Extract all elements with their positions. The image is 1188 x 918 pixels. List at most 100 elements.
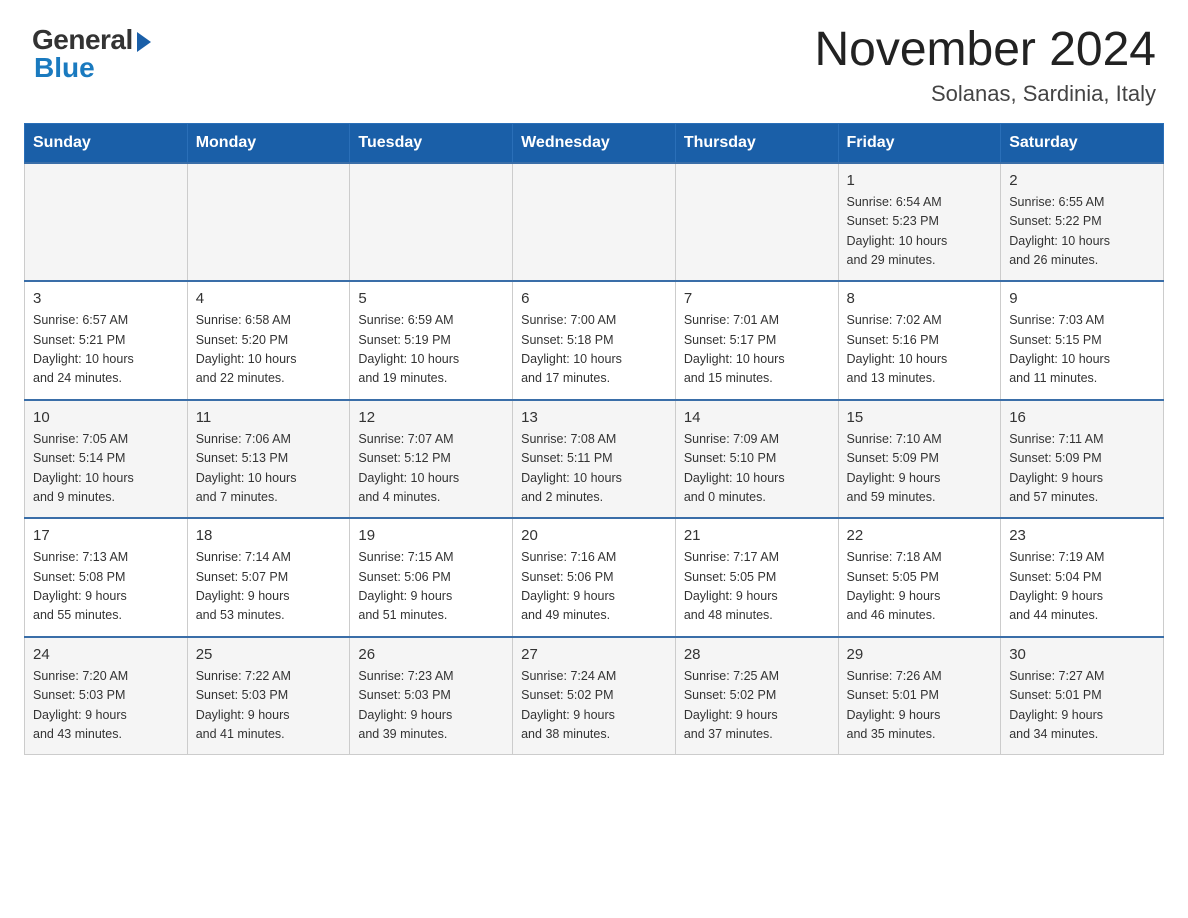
calendar-day-cell: 19 Sunrise: 7:15 AM Sunset: 5:06 PM Dayli… bbox=[350, 518, 513, 637]
calendar-day-cell: 26Sunrise: 7:23 AM Sunset: 5:03 PM Dayli… bbox=[350, 637, 513, 755]
day-number: 9 bbox=[1009, 290, 1155, 307]
calendar-day-cell: 20 Sunrise: 7:16 AM Sunset: 5:06 PM Dayli… bbox=[513, 518, 676, 637]
day-sun-info: Sunrise: 7:19 AM Sunset: 5:04 PM Dayligh… bbox=[1009, 548, 1155, 626]
day-sun-info: Sunrise: 7:02 AM Sunset: 5:16 PM Dayligh… bbox=[847, 311, 993, 389]
calendar-day-cell bbox=[675, 163, 838, 282]
calendar-day-cell bbox=[350, 163, 513, 282]
calendar-day-cell: 21 Sunrise: 7:17 AM Sunset: 5:05 PM Dayli… bbox=[675, 518, 838, 637]
calendar-day-cell: 22 Sunrise: 7:18 AM Sunset: 5:05 PM Dayli… bbox=[838, 518, 1001, 637]
calendar-day-cell: 30 Sunrise: 7:27 AM Sunset: 5:01 PM Dayli… bbox=[1001, 637, 1164, 755]
page-header: General Blue November 2024 Solanas, Sard… bbox=[0, 0, 1188, 123]
calendar-day-cell bbox=[513, 163, 676, 282]
calendar-day-cell: 25 Sunrise: 7:22 AM Sunset: 5:03 PM Dayli… bbox=[187, 637, 350, 755]
calendar-day-cell: 1 Sunrise: 6:54 AM Sunset: 5:23 PM Daylig… bbox=[838, 163, 1001, 282]
day-sun-info: Sunrise: 7:10 AM Sunset: 5:09 PM Dayligh… bbox=[847, 430, 993, 508]
day-number: 18 bbox=[196, 527, 342, 544]
day-sun-info: Sunrise: 7:24 AM Sunset: 5:02 PM Dayligh… bbox=[521, 667, 667, 745]
calendar-week-row: 17Sunrise: 7:13 AM Sunset: 5:08 PM Dayli… bbox=[25, 518, 1164, 637]
day-number: 23 bbox=[1009, 527, 1155, 544]
day-number: 29 bbox=[847, 646, 993, 663]
day-number: 6 bbox=[521, 290, 667, 307]
calendar-day-cell: 23 Sunrise: 7:19 AM Sunset: 5:04 PM Dayli… bbox=[1001, 518, 1164, 637]
calendar-day-cell bbox=[187, 163, 350, 282]
day-number: 1 bbox=[847, 172, 993, 189]
day-number: 5 bbox=[358, 290, 504, 307]
day-sun-info: Sunrise: 6:55 AM Sunset: 5:22 PM Dayligh… bbox=[1009, 193, 1155, 271]
day-sun-info: Sunrise: 6:59 AM Sunset: 5:19 PM Dayligh… bbox=[358, 311, 504, 389]
title-section: November 2024 Solanas, Sardinia, Italy bbox=[814, 24, 1156, 107]
day-sun-info: Sunrise: 7:03 AM Sunset: 5:15 PM Dayligh… bbox=[1009, 311, 1155, 389]
calendar-table: SundayMondayTuesdayWednesdayThursdayFrid… bbox=[24, 123, 1164, 756]
day-sun-info: Sunrise: 7:23 AM Sunset: 5:03 PM Dayligh… bbox=[358, 667, 504, 745]
calendar-day-cell: 17Sunrise: 7:13 AM Sunset: 5:08 PM Dayli… bbox=[25, 518, 188, 637]
day-number: 21 bbox=[684, 527, 830, 544]
month-year-title: November 2024 bbox=[814, 24, 1156, 77]
calendar-day-cell: 5 Sunrise: 6:59 AM Sunset: 5:19 PM Daylig… bbox=[350, 281, 513, 400]
day-sun-info: Sunrise: 7:11 AM Sunset: 5:09 PM Dayligh… bbox=[1009, 430, 1155, 508]
day-sun-info: Sunrise: 7:15 AM Sunset: 5:06 PM Dayligh… bbox=[358, 548, 504, 626]
calendar-day-cell: 2 Sunrise: 6:55 AM Sunset: 5:22 PM Daylig… bbox=[1001, 163, 1164, 282]
calendar-day-cell: 18Sunrise: 7:14 AM Sunset: 5:07 PM Dayli… bbox=[187, 518, 350, 637]
day-number: 12 bbox=[358, 409, 504, 426]
day-number: 16 bbox=[1009, 409, 1155, 426]
calendar-day-cell: 24Sunrise: 7:20 AM Sunset: 5:03 PM Dayli… bbox=[25, 637, 188, 755]
calendar-day-cell: 27 Sunrise: 7:24 AM Sunset: 5:02 PM Dayli… bbox=[513, 637, 676, 755]
weekday-header-wednesday: Wednesday bbox=[513, 123, 676, 163]
calendar-week-row: 3 Sunrise: 6:57 AM Sunset: 5:21 PM Daylig… bbox=[25, 281, 1164, 400]
calendar-day-cell: 15 Sunrise: 7:10 AM Sunset: 5:09 PM Dayli… bbox=[838, 400, 1001, 519]
day-sun-info: Sunrise: 6:57 AM Sunset: 5:21 PM Dayligh… bbox=[33, 311, 179, 389]
day-number: 2 bbox=[1009, 172, 1155, 189]
location-subtitle: Solanas, Sardinia, Italy bbox=[814, 81, 1156, 107]
calendar-day-cell: 10Sunrise: 7:05 AM Sunset: 5:14 PM Dayli… bbox=[25, 400, 188, 519]
day-sun-info: Sunrise: 6:54 AM Sunset: 5:23 PM Dayligh… bbox=[847, 193, 993, 271]
day-sun-info: Sunrise: 7:08 AM Sunset: 5:11 PM Dayligh… bbox=[521, 430, 667, 508]
weekday-header-saturday: Saturday bbox=[1001, 123, 1164, 163]
logo-blue-text: Blue bbox=[34, 52, 95, 84]
day-number: 30 bbox=[1009, 646, 1155, 663]
logo: General Blue bbox=[32, 24, 151, 84]
calendar-day-cell: 13Sunrise: 7:08 AM Sunset: 5:11 PM Dayli… bbox=[513, 400, 676, 519]
day-number: 19 bbox=[358, 527, 504, 544]
calendar-header-row: SundayMondayTuesdayWednesdayThursdayFrid… bbox=[25, 123, 1164, 163]
day-sun-info: Sunrise: 7:17 AM Sunset: 5:05 PM Dayligh… bbox=[684, 548, 830, 626]
day-sun-info: Sunrise: 7:06 AM Sunset: 5:13 PM Dayligh… bbox=[196, 430, 342, 508]
calendar-day-cell: 28Sunrise: 7:25 AM Sunset: 5:02 PM Dayli… bbox=[675, 637, 838, 755]
calendar-week-row: 1 Sunrise: 6:54 AM Sunset: 5:23 PM Daylig… bbox=[25, 163, 1164, 282]
day-number: 10 bbox=[33, 409, 179, 426]
day-sun-info: Sunrise: 7:22 AM Sunset: 5:03 PM Dayligh… bbox=[196, 667, 342, 745]
day-sun-info: Sunrise: 7:01 AM Sunset: 5:17 PM Dayligh… bbox=[684, 311, 830, 389]
calendar-day-cell: 9 Sunrise: 7:03 AM Sunset: 5:15 PM Daylig… bbox=[1001, 281, 1164, 400]
calendar-day-cell: 16 Sunrise: 7:11 AM Sunset: 5:09 PM Dayli… bbox=[1001, 400, 1164, 519]
day-number: 7 bbox=[684, 290, 830, 307]
weekday-header-sunday: Sunday bbox=[25, 123, 188, 163]
calendar-day-cell: 3 Sunrise: 6:57 AM Sunset: 5:21 PM Daylig… bbox=[25, 281, 188, 400]
calendar-day-cell: 29 Sunrise: 7:26 AM Sunset: 5:01 PM Dayli… bbox=[838, 637, 1001, 755]
day-number: 14 bbox=[684, 409, 830, 426]
calendar-day-cell bbox=[25, 163, 188, 282]
day-number: 24 bbox=[33, 646, 179, 663]
day-sun-info: Sunrise: 7:18 AM Sunset: 5:05 PM Dayligh… bbox=[847, 548, 993, 626]
calendar-week-row: 24Sunrise: 7:20 AM Sunset: 5:03 PM Dayli… bbox=[25, 637, 1164, 755]
day-sun-info: Sunrise: 7:26 AM Sunset: 5:01 PM Dayligh… bbox=[847, 667, 993, 745]
day-sun-info: Sunrise: 7:16 AM Sunset: 5:06 PM Dayligh… bbox=[521, 548, 667, 626]
calendar-week-row: 10Sunrise: 7:05 AM Sunset: 5:14 PM Dayli… bbox=[25, 400, 1164, 519]
day-number: 17 bbox=[33, 527, 179, 544]
day-sun-info: Sunrise: 7:09 AM Sunset: 5:10 PM Dayligh… bbox=[684, 430, 830, 508]
day-number: 11 bbox=[196, 409, 342, 426]
weekday-header-tuesday: Tuesday bbox=[350, 123, 513, 163]
day-sun-info: Sunrise: 7:00 AM Sunset: 5:18 PM Dayligh… bbox=[521, 311, 667, 389]
weekday-header-thursday: Thursday bbox=[675, 123, 838, 163]
weekday-header-friday: Friday bbox=[838, 123, 1001, 163]
day-number: 4 bbox=[196, 290, 342, 307]
day-number: 15 bbox=[847, 409, 993, 426]
day-number: 25 bbox=[196, 646, 342, 663]
day-number: 22 bbox=[847, 527, 993, 544]
day-number: 3 bbox=[33, 290, 179, 307]
day-number: 27 bbox=[521, 646, 667, 663]
calendar-day-cell: 12 Sunrise: 7:07 AM Sunset: 5:12 PM Dayli… bbox=[350, 400, 513, 519]
calendar-day-cell: 11 Sunrise: 7:06 AM Sunset: 5:13 PM Dayli… bbox=[187, 400, 350, 519]
calendar-day-cell: 6 Sunrise: 7:00 AM Sunset: 5:18 PM Daylig… bbox=[513, 281, 676, 400]
day-sun-info: Sunrise: 7:07 AM Sunset: 5:12 PM Dayligh… bbox=[358, 430, 504, 508]
day-sun-info: Sunrise: 7:27 AM Sunset: 5:01 PM Dayligh… bbox=[1009, 667, 1155, 745]
day-number: 20 bbox=[521, 527, 667, 544]
